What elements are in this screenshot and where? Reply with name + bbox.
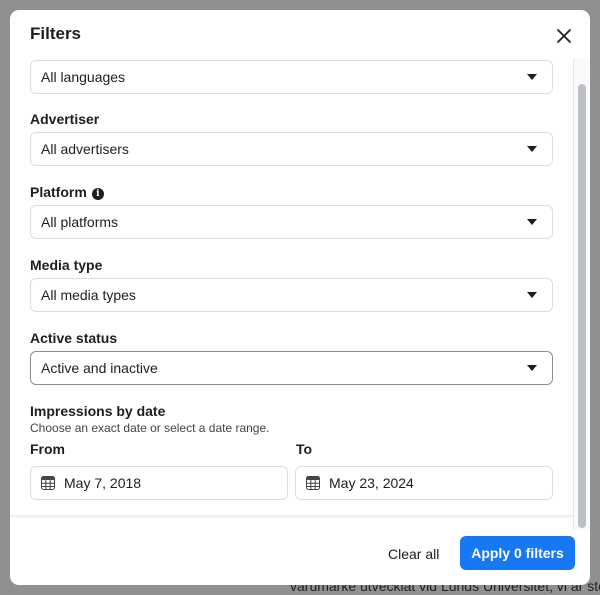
impressions-hint: Choose an exact date or select a date ra… xyxy=(30,421,270,435)
caret-down-icon xyxy=(527,146,537,152)
active-status-label: Active status xyxy=(30,330,118,346)
active-status-select[interactable]: Active and inactive xyxy=(30,351,553,385)
calendar-icon xyxy=(306,476,320,490)
to-date-input[interactable]: May 23, 2024 xyxy=(295,466,553,500)
close-icon xyxy=(557,29,571,43)
to-date-value: May 23, 2024 xyxy=(329,475,414,491)
to-label: To xyxy=(296,441,313,457)
caret-down-icon xyxy=(527,74,537,80)
platform-select[interactable]: All platforms xyxy=(30,205,553,239)
caret-down-icon xyxy=(527,365,537,371)
platform-label-row: Platform i xyxy=(30,184,104,200)
platform-value: All platforms xyxy=(41,214,119,230)
language-value: All languages xyxy=(41,69,126,85)
media-type-value: All media types xyxy=(41,287,136,303)
advertiser-select[interactable]: All advertisers xyxy=(30,132,553,166)
caret-down-icon xyxy=(527,292,537,298)
filters-dialog: Filters All languages Advertiser All adv… xyxy=(10,10,590,585)
active-status-value: Active and inactive xyxy=(41,360,158,376)
footer-divider xyxy=(10,515,573,519)
info-icon[interactable]: i xyxy=(91,188,104,200)
from-label: From xyxy=(30,441,65,457)
platform-label: Platform xyxy=(30,184,87,200)
media-type-select[interactable]: All media types xyxy=(30,278,553,312)
from-date-value: May 7, 2018 xyxy=(64,475,142,491)
calendar-icon xyxy=(41,476,55,490)
apply-filters-button[interactable]: Apply 0 filters xyxy=(460,536,575,570)
impressions-label: Impressions by date xyxy=(30,403,166,419)
scrollbar-thumb[interactable] xyxy=(578,84,586,528)
scrollbar[interactable] xyxy=(573,58,589,530)
advertiser-label: Advertiser xyxy=(30,111,100,127)
dialog-title: Filters xyxy=(30,24,82,43)
advertiser-value: All advertisers xyxy=(41,141,129,157)
media-type-label: Media type xyxy=(30,257,103,273)
clear-all-button[interactable]: Clear all xyxy=(376,537,451,571)
from-date-input[interactable]: May 7, 2018 xyxy=(30,466,288,500)
language-select[interactable]: All languages xyxy=(30,60,553,94)
close-button[interactable] xyxy=(552,24,576,48)
caret-down-icon xyxy=(527,219,537,225)
